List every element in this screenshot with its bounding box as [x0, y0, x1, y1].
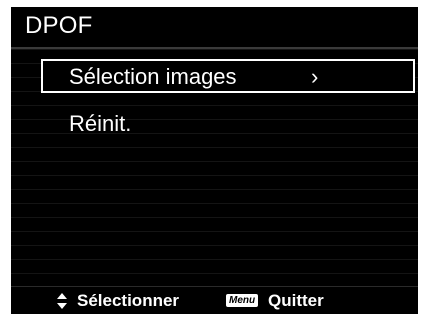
dpof-menu-screen: DPOF Sélection images › Réinit. Sélectio…	[11, 7, 418, 314]
menu-item-label: Réinit.	[69, 111, 132, 136]
menu-key-icon: Menu	[226, 294, 259, 307]
select-hint-label: Sélectionner	[77, 291, 180, 310]
button-hint-bar: Sélectionner Menu Quitter	[11, 287, 418, 314]
page-title: DPOF	[25, 12, 93, 39]
menu-item-label: Sélection images	[69, 64, 237, 89]
menu-item-reset[interactable]: Réinit.	[41, 107, 415, 141]
chevron-right-icon: ›	[311, 64, 319, 89]
quit-hint-label: Quitter	[268, 291, 324, 310]
menu-list: Sélection images › Réinit.	[11, 49, 418, 286]
title-bar: DPOF	[11, 7, 418, 47]
up-down-arrows-icon	[57, 293, 67, 309]
camera-screen: DPOF Sélection images › Réinit. Sélectio…	[0, 0, 428, 314]
menu-item-selection-images[interactable]: Sélection images ›	[41, 59, 415, 93]
